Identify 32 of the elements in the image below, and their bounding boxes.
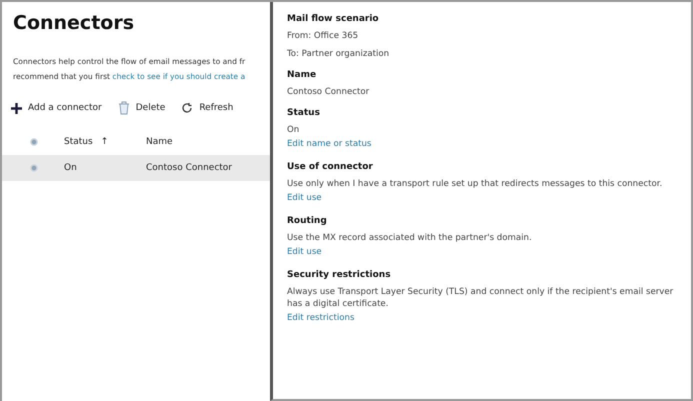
edit-link[interactable]: Edit name or status [287, 139, 372, 149]
section-heading: Routing [287, 216, 328, 226]
section-heading: Status [287, 108, 321, 118]
detail-text: Use only when I have a transport rule set up that redirects messages to this connector. [287, 178, 664, 190]
detail-text: Contoso Connector [287, 86, 370, 98]
table-row[interactable]: On Contoso Connector [2, 155, 270, 181]
detail-text: On [287, 124, 300, 136]
table-cell-text: On [64, 163, 78, 173]
section-heading: Name [287, 70, 318, 80]
select-all-icon[interactable] [30, 138, 38, 146]
detail-text: Always use Transport Layer Security (TLS) and connect only if the recipient's email server has a digital certificate. [287, 286, 674, 310]
column-header[interactable]: Status [64, 137, 93, 147]
refresh-icon [181, 102, 194, 114]
edit-link[interactable]: Edit use [287, 193, 322, 203]
column-header[interactable]: Name [146, 137, 173, 147]
sort-arrow: ↑ [100, 137, 108, 147]
add-button[interactable]: Add a connector [11, 101, 102, 115]
edit-link[interactable]: Edit restrictions [287, 313, 354, 323]
section-heading: Mail flow scenario [287, 14, 380, 24]
row-select-icon [30, 164, 38, 172]
section-heading: Security restrictions [287, 270, 392, 280]
page-title: Connectors [12, 12, 136, 34]
table-cell: Contoso Connector [146, 163, 232, 173]
detail-text: From: Office 365 [287, 30, 360, 42]
trash-icon [118, 101, 130, 115]
refresh-button[interactable]: Refresh [181, 101, 234, 115]
section-heading: Use of connector [287, 162, 374, 172]
detail-text: Use the MX record associated with the partner's domain. [287, 232, 533, 244]
detail-text: To: Partner organization [287, 48, 390, 60]
delete-button[interactable]: Delete [118, 101, 166, 115]
edit-link[interactable]: Edit use [287, 247, 322, 257]
plus-icon [11, 102, 22, 114]
